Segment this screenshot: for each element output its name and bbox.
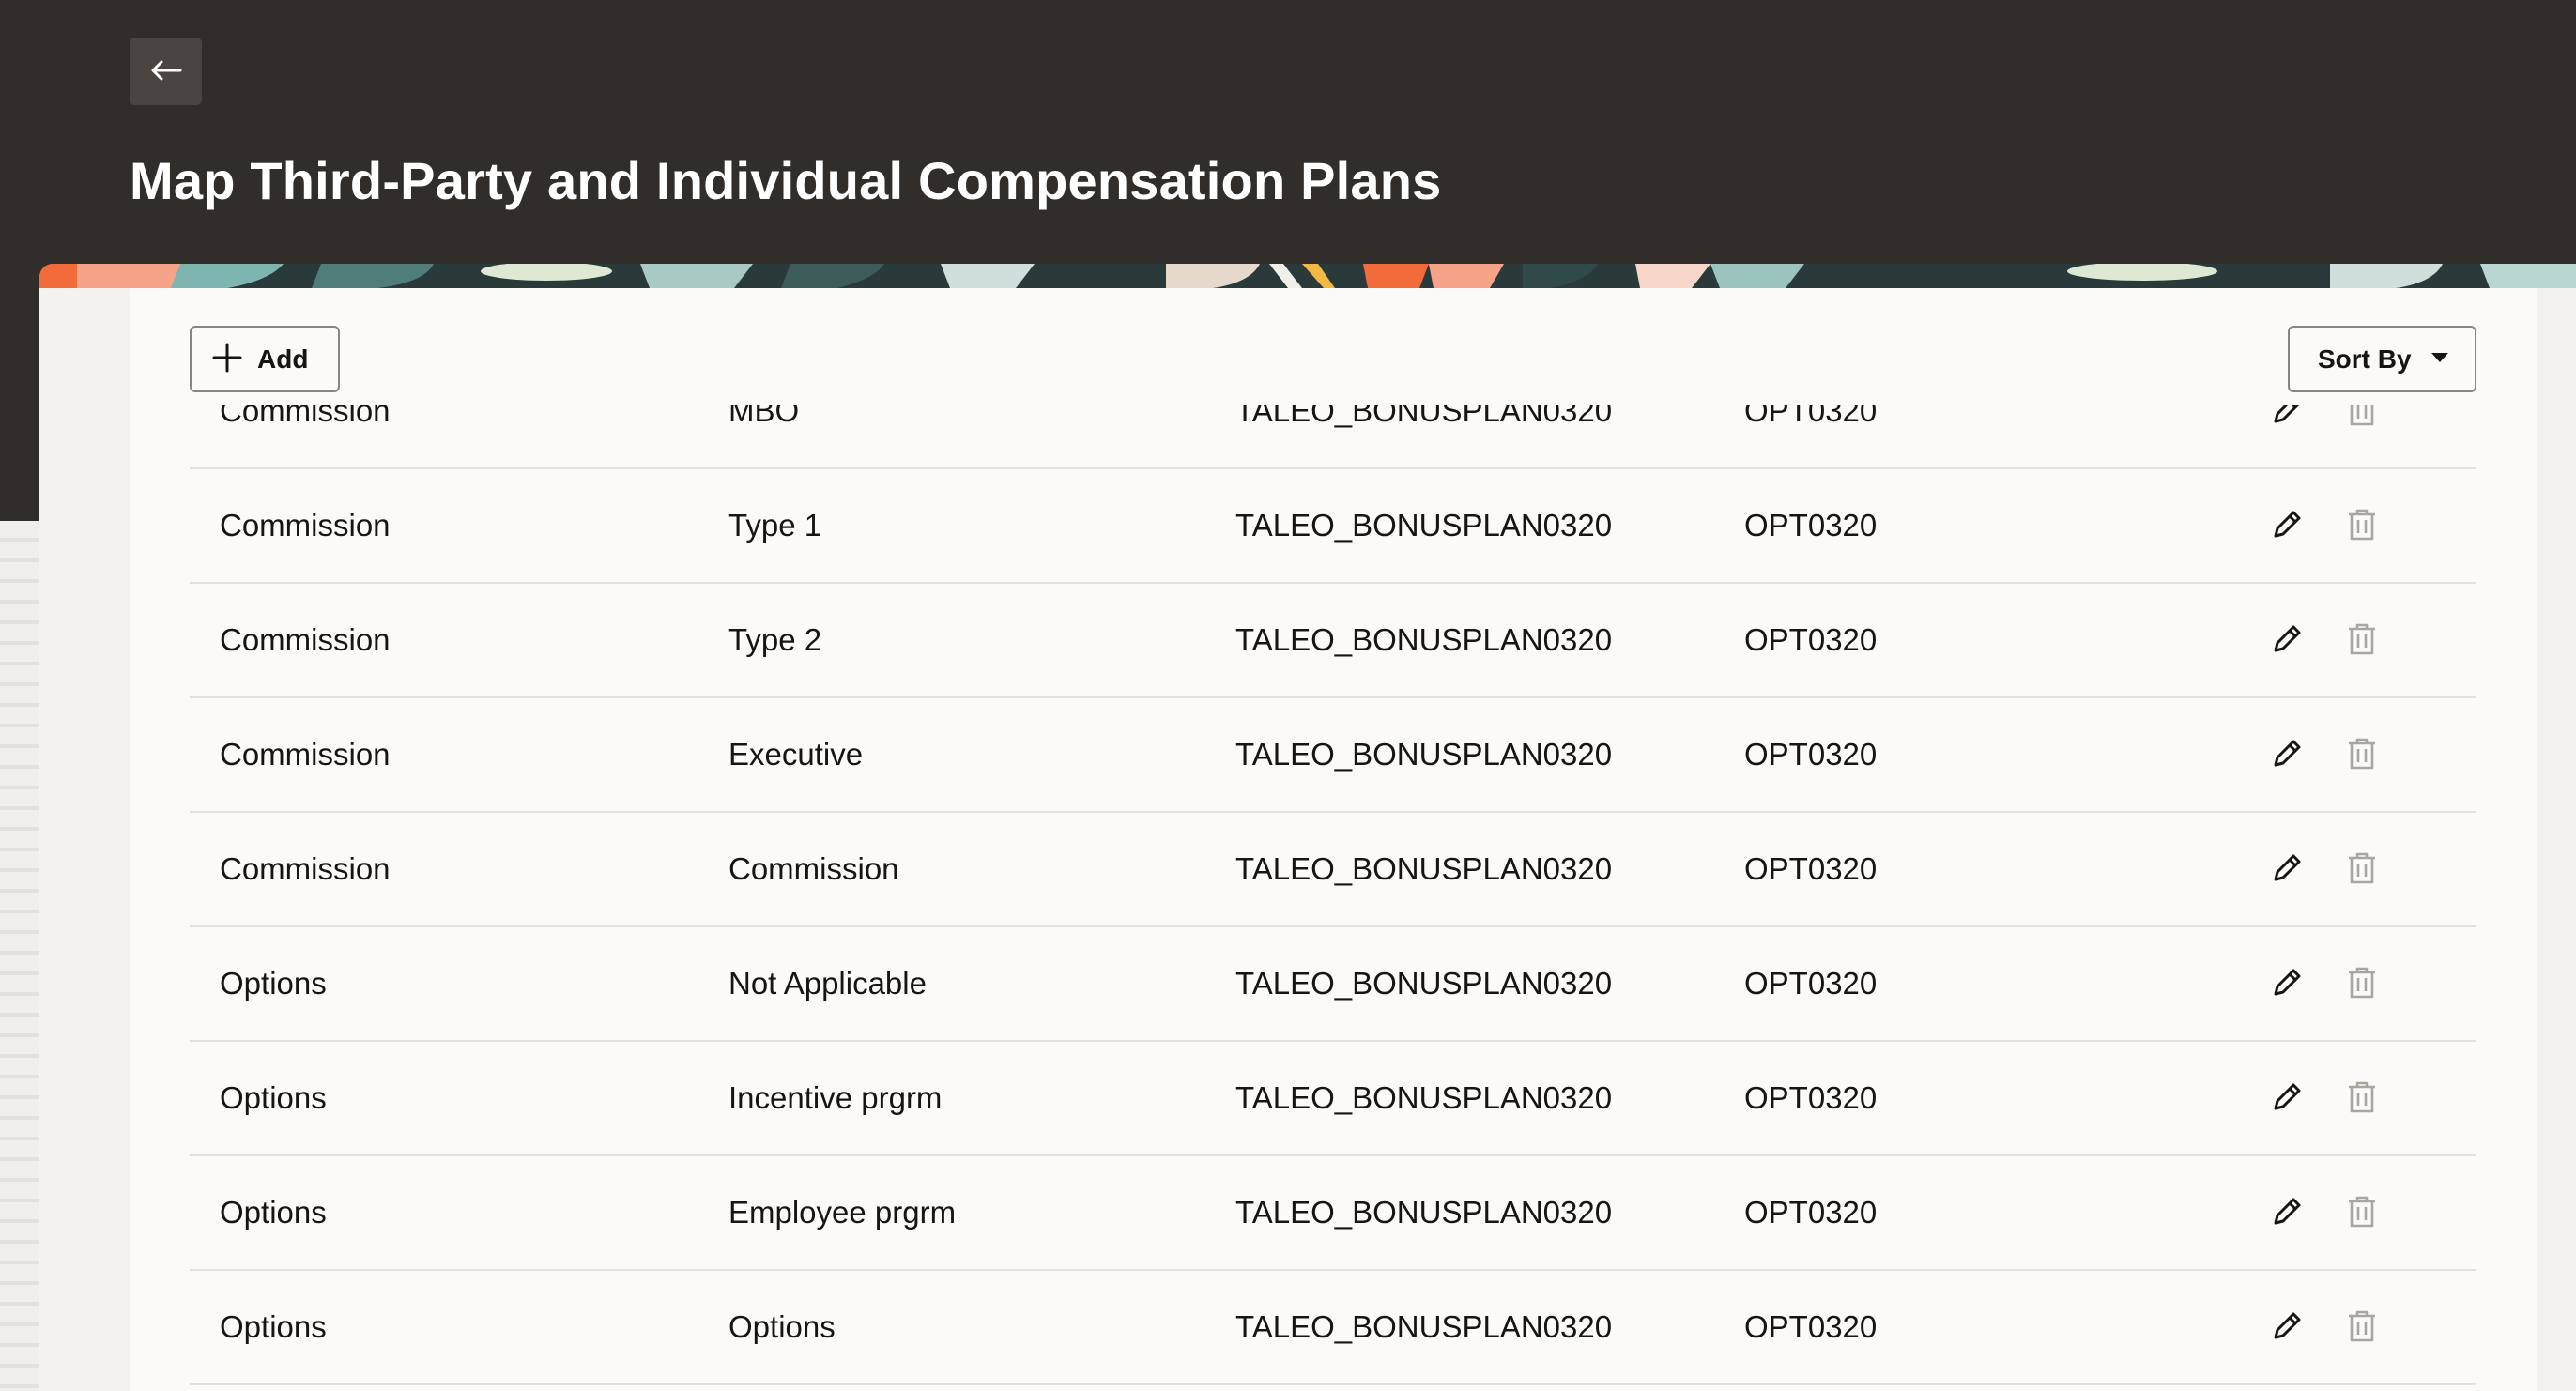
- side-texture: [0, 521, 39, 1391]
- delete-button[interactable]: [2341, 506, 2383, 547]
- table-row-4: Commission Executive TALEO_BONUSPLAN0320…: [190, 698, 2476, 813]
- delete-button[interactable]: [2341, 1193, 2383, 1234]
- plus-icon: [212, 343, 242, 375]
- code-cell: TALEO_BONUSPLAN0320: [1235, 851, 1613, 886]
- trash-icon: [2346, 405, 2378, 432]
- type-cell: MBO: [728, 405, 800, 428]
- delete-button[interactable]: [2341, 405, 2383, 433]
- edit-button[interactable]: [2266, 964, 2308, 1005]
- table-row-2: Commission Type 1 TALEO_BONUSPLAN0320 OP…: [190, 469, 2476, 584]
- type-cell: Incentive prgrm: [728, 1080, 943, 1115]
- plan-cell: Options: [220, 1080, 327, 1115]
- trash-icon: [2346, 622, 2378, 661]
- page: Map Third-Party and Individual Compensat…: [0, 0, 2576, 1391]
- add-button-label: Add: [257, 344, 309, 374]
- pencil-icon: [2270, 405, 2304, 432]
- option-cell: OPT0320: [1744, 622, 1878, 657]
- option-cell: OPT0320: [1744, 1195, 1878, 1230]
- code-cell: TALEO_BONUSPLAN0320: [1235, 737, 1613, 772]
- code-cell: TALEO_BONUSPLAN0320: [1235, 1195, 1613, 1230]
- trash-icon: [2346, 1080, 2378, 1119]
- option-cell: OPT0320: [1744, 1309, 1878, 1344]
- table-body: Commission MBO TALEO_BONUSPLAN0320 OPT03…: [190, 405, 2476, 1385]
- pencil-icon: [2270, 622, 2304, 661]
- plan-cell: Options: [220, 1309, 327, 1344]
- plan-cell: Options: [220, 966, 327, 1001]
- code-cell: TALEO_BONUSPLAN0320: [1235, 508, 1613, 543]
- trash-icon: [2346, 851, 2378, 890]
- code-cell: TALEO_BONUSPLAN0320: [1235, 405, 1613, 428]
- delete-button[interactable]: [2341, 620, 2383, 662]
- edit-button[interactable]: [2266, 506, 2308, 547]
- pencil-icon: [2270, 851, 2304, 890]
- table-row-7: Options Incentive prgrm TALEO_BONUSPLAN0…: [190, 1042, 2476, 1156]
- option-cell: OPT0320: [1744, 405, 1878, 428]
- option-cell: OPT0320: [1744, 851, 1878, 886]
- option-cell: OPT0320: [1744, 966, 1878, 1001]
- plan-cell: Options: [220, 1195, 327, 1230]
- trash-icon: [2346, 1309, 2378, 1348]
- code-cell: TALEO_BONUSPLAN0320: [1235, 966, 1613, 1001]
- sort-by-button[interactable]: Sort By: [2288, 326, 2476, 392]
- edit-button[interactable]: [2266, 849, 2308, 891]
- caret-down-icon: [2430, 352, 2449, 366]
- edit-button[interactable]: [2266, 405, 2308, 433]
- decorative-banner: [39, 264, 2576, 288]
- add-button[interactable]: Add: [190, 326, 340, 392]
- type-cell: Type 1: [728, 508, 822, 543]
- pencil-icon: [2270, 737, 2304, 775]
- trash-icon: [2346, 1195, 2378, 1233]
- edit-button[interactable]: [2266, 620, 2308, 662]
- sort-by-label: Sort By: [2318, 344, 2412, 374]
- code-cell: TALEO_BONUSPLAN0320: [1235, 1309, 1613, 1344]
- type-cell: Executive: [728, 737, 864, 772]
- back-button[interactable]: [130, 38, 202, 105]
- edit-button[interactable]: [2266, 1307, 2308, 1349]
- plan-cell: Commission: [220, 622, 391, 657]
- code-cell: TALEO_BONUSPLAN0320: [1235, 1080, 1613, 1115]
- edit-button[interactable]: [2266, 1078, 2308, 1120]
- delete-button[interactable]: [2341, 849, 2383, 891]
- type-cell: Type 2: [728, 622, 822, 657]
- plan-cell: Commission: [220, 405, 391, 428]
- edit-button[interactable]: [2266, 735, 2308, 776]
- trash-icon: [2346, 737, 2378, 775]
- trash-icon: [2346, 966, 2378, 1004]
- type-cell: Employee prgrm: [728, 1195, 957, 1230]
- option-cell: OPT0320: [1744, 737, 1878, 772]
- type-cell: Not Applicable: [728, 966, 927, 1001]
- table-row-5: Commission Commission TALEO_BONUSPLAN032…: [190, 813, 2476, 927]
- table-row-6: Options Not Applicable TALEO_BONUSPLAN03…: [190, 927, 2476, 1042]
- plan-cell: Commission: [220, 851, 391, 886]
- table-row-1: Commission MBO TALEO_BONUSPLAN0320 OPT03…: [190, 405, 2476, 469]
- pencil-icon: [2270, 1080, 2304, 1119]
- table-row-3: Commission Type 2 TALEO_BONUSPLAN0320 OP…: [190, 584, 2476, 698]
- trash-icon: [2346, 508, 2378, 546]
- plan-cell: Commission: [220, 737, 391, 772]
- pencil-icon: [2270, 1195, 2304, 1233]
- option-cell: OPT0320: [1744, 1080, 1878, 1115]
- type-cell: Commission: [728, 851, 899, 886]
- edit-button[interactable]: [2266, 1193, 2308, 1234]
- compensation-plans-table[interactable]: Commission MBO TALEO_BONUSPLAN0320 OPT03…: [190, 405, 2476, 1391]
- delete-button[interactable]: [2341, 1078, 2383, 1120]
- delete-button[interactable]: [2341, 964, 2383, 1005]
- pencil-icon: [2270, 508, 2304, 546]
- pencil-icon: [2270, 1309, 2304, 1348]
- arrow-left-icon: [150, 60, 182, 84]
- page-title: Map Third-Party and Individual Compensat…: [130, 151, 1442, 210]
- code-cell: TALEO_BONUSPLAN0320: [1235, 622, 1613, 657]
- table-row-8: Options Employee prgrm TALEO_BONUSPLAN03…: [190, 1156, 2476, 1271]
- delete-button[interactable]: [2341, 735, 2383, 776]
- table-row-9: Options Options TALEO_BONUSPLAN0320 OPT0…: [190, 1271, 2476, 1385]
- plan-cell: Commission: [220, 508, 391, 543]
- delete-button[interactable]: [2341, 1307, 2383, 1349]
- option-cell: OPT0320: [1744, 508, 1878, 543]
- type-cell: Options: [728, 1309, 836, 1344]
- pencil-icon: [2270, 966, 2304, 1004]
